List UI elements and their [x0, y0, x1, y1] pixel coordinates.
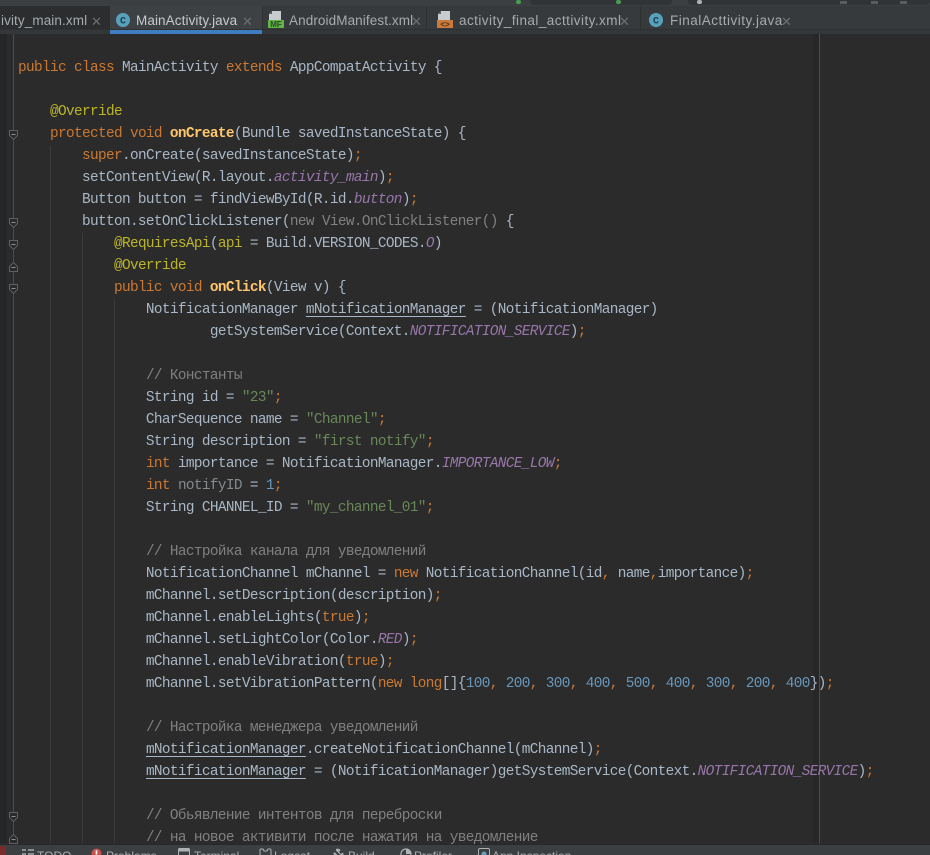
- svg-text:MF: MF: [270, 20, 282, 28]
- svg-text:<>: <>: [440, 20, 450, 28]
- svg-text:C: C: [120, 17, 126, 28]
- svg-text:C: C: [653, 17, 659, 28]
